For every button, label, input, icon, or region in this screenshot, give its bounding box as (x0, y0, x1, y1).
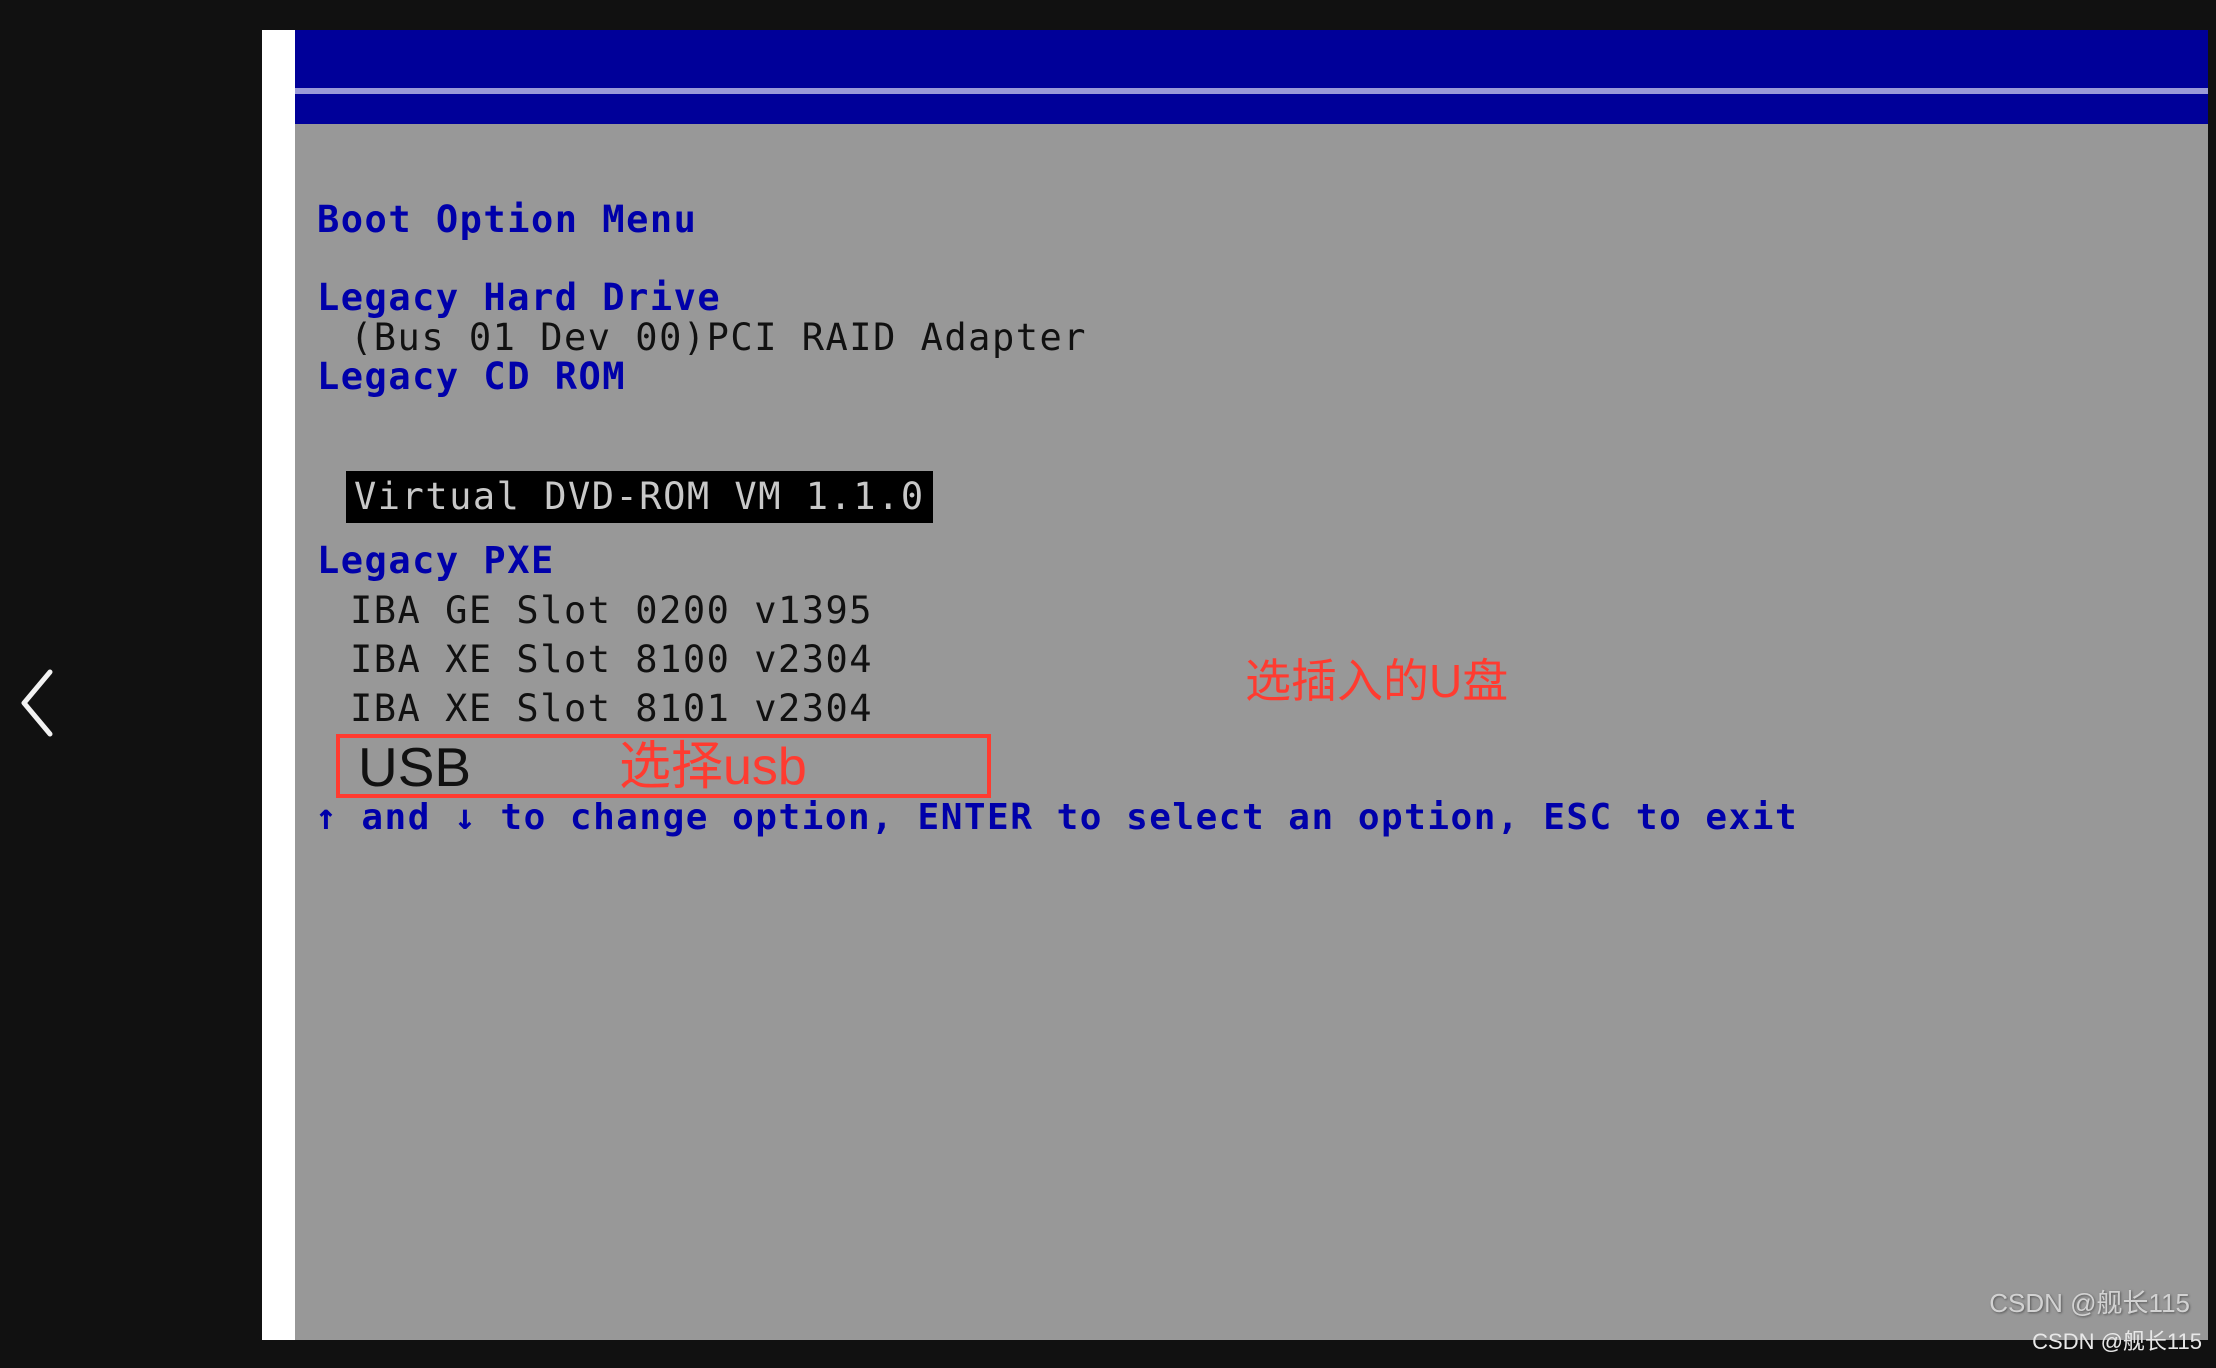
group-heading-legacy-cd-rom: Legacy CD ROM (317, 355, 627, 398)
bios-banner-upper (295, 30, 2208, 88)
boot-option-raid-adapter[interactable]: (Bus 01 Dev 00)PCI RAID Adapter (350, 318, 1087, 357)
boot-option-virtual-dvd-rom-selected[interactable]: Virtual DVD-ROM VM 1.1.0 (346, 471, 933, 523)
keyboard-help-line: ↑ and ↓ to change option, ENTER to selec… (315, 797, 1799, 838)
annotation-label-select-usb: 选择usb (619, 738, 807, 796)
annotation-label-select-inserted-udisk: 选插入的U盘 (1245, 655, 1509, 707)
boot-option-iba-ge-slot-0200[interactable]: IBA GE Slot 0200 v1395 (350, 591, 873, 630)
page-root: Boot Option Menu Legacy Hard Drive (Bus … (0, 0, 2216, 1368)
bios-boot-menu-screen: Boot Option Menu Legacy Hard Drive (Bus … (295, 30, 2208, 1340)
group-heading-legacy-pxe: Legacy PXE (317, 539, 555, 582)
boot-option-iba-xe-slot-8100[interactable]: IBA XE Slot 8100 v2304 (350, 640, 873, 679)
boot-option-iba-xe-slot-8101[interactable]: IBA XE Slot 8101 v2304 (350, 689, 873, 728)
bios-banner-lower (295, 94, 2208, 124)
document-page-margin (262, 30, 295, 1340)
chevron-left-icon[interactable] (10, 658, 70, 748)
watermark-outer: CSDN @舰长115 (2032, 1329, 2202, 1354)
page-title: Boot Option Menu (317, 198, 698, 241)
group-heading-legacy-hard-drive: Legacy Hard Drive (317, 276, 722, 319)
boot-option-usb[interactable]: USB (358, 738, 471, 796)
watermark-inner: CSDN @舰长115 (1989, 1288, 2190, 1318)
